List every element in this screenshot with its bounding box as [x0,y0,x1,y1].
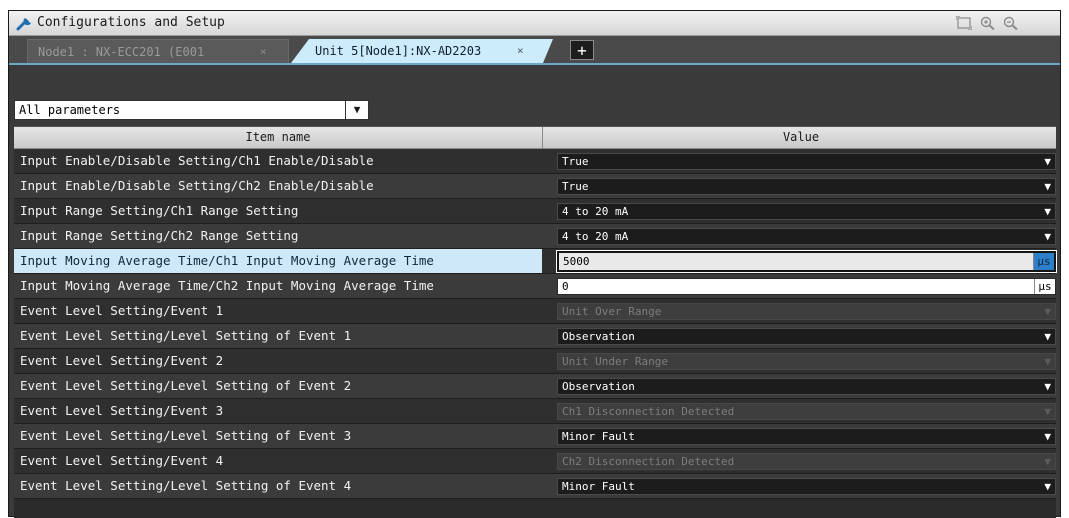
value-text: True [562,180,589,193]
item-name-cell: Event Level Setting/Level Setting of Eve… [20,378,352,393]
table-row[interactable]: Input Moving Average Time/Ch1 Input Movi… [14,249,1057,274]
item-name-cell: Event Level Setting/Level Setting of Eve… [20,478,352,493]
value-input[interactable]: 5000 μs [556,250,1057,273]
item-name-cell: Event Level Setting/Event 4 [20,453,224,468]
value-text: True [562,155,589,168]
table-header: Item name Value [14,127,1056,149]
dropdown-arrow-icon: ▼ [1044,305,1051,318]
value-dropdown[interactable]: 4 to 20 mA ▼ [557,228,1056,245]
value-dropdown[interactable]: True ▼ [557,153,1056,170]
tab-label: Node1 : NX-ECC201 (E001 [38,45,205,59]
item-name-cell: Input Range Setting/Ch1 Range Setting [20,203,299,218]
value-text: Observation [562,330,635,343]
window-title: Configurations and Setup [37,15,225,30]
value-text: Unit Under Range [562,355,668,368]
item-name-cell: Input Enable/Disable Setting/Ch2 Enable/… [20,178,374,193]
table-row[interactable]: Event Level Setting/Level Setting of Eve… [14,324,1056,349]
dropdown-arrow-icon: ▼ [1044,405,1051,418]
tab-unit5[interactable]: Unit 5[Node1]:NX-AD2203 × [291,39,553,63]
value-input[interactable]: 0 μs [557,278,1056,295]
table-row[interactable]: Event Level Setting/Event 1 Unit Over Ran… [14,299,1056,324]
zoom-in-icon[interactable] [980,16,996,30]
value-dropdown[interactable]: Observation ▼ [557,328,1056,345]
table-row[interactable]: Event Level Setting/Event 2 Unit Under Ra… [14,349,1056,374]
wrench-icon [16,18,31,31]
value-text: Minor Fault [562,430,635,443]
table-row[interactable]: Event Level Setting/Event 4 Ch2 Disconnec… [14,449,1056,474]
unit-label: μs [1033,253,1054,270]
table-row[interactable]: Input Range Setting/Ch2 Range Setting 4 t… [14,224,1056,249]
item-name-cell: Event Level Setting/Level Setting of Eve… [20,328,352,343]
unit-label: μs [1034,279,1055,294]
table-row[interactable]: Event Level Setting/Level Setting of Eve… [14,424,1056,449]
value-dropdown: Ch1 Disconnection Detected ▼ [557,403,1056,420]
value-text: Observation [562,380,635,393]
dropdown-arrow-icon: ▼ [1044,355,1051,368]
value-text: Minor Fault [562,480,635,493]
chevron-down-icon[interactable]: ▼ [345,101,368,119]
value-text: Ch1 Disconnection Detected [562,405,735,418]
item-name-cell: Input Enable/Disable Setting/Ch1 Enable/… [20,153,374,168]
dropdown-arrow-icon[interactable]: ▼ [1044,379,1051,395]
tab-node1[interactable]: Node1 : NX-ECC201 (E001 × [27,39,289,63]
close-icon[interactable]: × [260,40,267,63]
item-name-cell: Event Level Setting/Event 1 [20,303,224,318]
dropdown-arrow-icon: ▼ [1044,455,1051,468]
dropdown-arrow-icon[interactable]: ▼ [1044,179,1051,195]
parameter-filter-select[interactable]: All parameters ▼ [14,100,369,120]
table-row[interactable]: Input Enable/Disable Setting/Ch2 Enable/… [14,174,1056,199]
value-text: 4 to 20 mA [562,205,629,218]
item-name-cell: Input Moving Average Time/Ch2 Input Movi… [20,278,434,293]
table-row[interactable]: Input Enable/Disable Setting/Ch1 Enable/… [14,149,1056,174]
item-name-cell: Event Level Setting/Event 3 [20,403,224,418]
dropdown-arrow-icon[interactable]: ▼ [1044,204,1051,220]
value-text: Ch2 Disconnection Detected [562,455,735,468]
tab-label: Unit 5[Node1]:NX-AD2203 [315,44,482,58]
zoom-out-icon[interactable] [1003,16,1019,30]
dropdown-arrow-icon[interactable]: ▼ [1044,479,1051,495]
value-dropdown[interactable]: 4 to 20 mA ▼ [557,203,1056,220]
table-row[interactable]: Event Level Setting/Level Setting of Eve… [14,374,1056,399]
table-row[interactable]: Input Moving Average Time/Ch2 Input Movi… [14,274,1056,299]
value-dropdown[interactable]: Minor Fault ▼ [557,428,1056,445]
tab-bar: Node1 : NX-ECC201 (E001 × Unit 5[Node1]:… [9,36,1060,65]
item-name-cell: Event Level Setting/Level Setting of Eve… [20,428,352,443]
item-name-cell: Event Level Setting/Event 2 [20,353,224,368]
value-dropdown[interactable]: Observation ▼ [557,378,1056,395]
dropdown-arrow-icon[interactable]: ▼ [1044,429,1051,445]
table-row[interactable]: Input Range Setting/Ch1 Range Setting 4 t… [14,199,1056,224]
value-text: 4 to 20 mA [562,230,629,243]
value-text: 5000 [563,255,590,268]
value-dropdown: Ch2 Disconnection Detected ▼ [557,453,1056,470]
value-dropdown[interactable]: Minor Fault ▼ [557,478,1056,495]
add-tab-button[interactable]: + [570,40,594,60]
value-dropdown[interactable]: True ▼ [557,178,1056,195]
dropdown-arrow-icon[interactable]: ▼ [1044,154,1051,170]
value-text: 0 [562,280,569,293]
fit-icon[interactable] [956,16,972,30]
column-header-value[interactable]: Value [543,127,1059,148]
column-header-item-name[interactable]: Item name [14,127,543,148]
table-row[interactable]: Event Level Setting/Event 3 Ch1 Disconnec… [14,399,1056,424]
close-icon[interactable]: × [517,39,524,63]
table-row[interactable]: Event Level Setting/Level Setting of Eve… [14,474,1056,499]
item-name-cell: Input Moving Average Time/Ch1 Input Movi… [14,249,542,273]
value-text: Unit Over Range [562,305,662,318]
parameter-table: Item name Value Input Enable/Disable Set… [14,126,1057,518]
dropdown-arrow-icon[interactable]: ▼ [1044,229,1051,245]
filter-value: All parameters [19,103,121,117]
item-name-cell: Input Range Setting/Ch2 Range Setting [20,228,299,243]
value-dropdown: Unit Under Range ▼ [557,353,1056,370]
dropdown-arrow-icon[interactable]: ▼ [1044,329,1051,345]
title-bar: Configurations and Setup [9,11,1060,36]
value-dropdown: Unit Over Range ▼ [557,303,1056,320]
